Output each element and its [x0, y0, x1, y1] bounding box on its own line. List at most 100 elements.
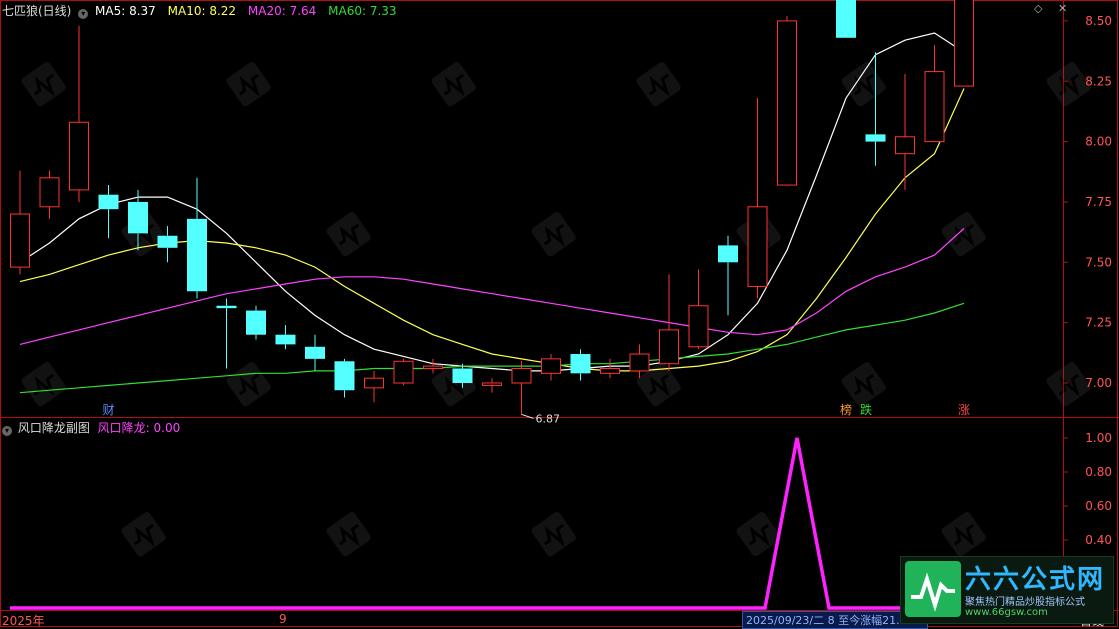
candle-body — [334, 361, 355, 391]
indicator-tick-label: 0.60 — [1085, 499, 1112, 513]
watermark-icon — [841, 362, 886, 407]
event-marker: 榜 — [840, 402, 852, 417]
watermark-icon — [941, 512, 986, 557]
candle-body — [157, 235, 178, 248]
indicator-name[interactable]: 风口降龙副图 — [18, 421, 90, 435]
watermark-icon — [21, 362, 66, 407]
candle — [718, 235, 738, 316]
candle — [659, 274, 679, 371]
watermark-icon — [226, 362, 271, 407]
price-tick-label: 7.75 — [1085, 195, 1112, 209]
candle-body — [98, 194, 119, 210]
candle-body — [275, 334, 296, 345]
candle — [334, 358, 355, 398]
year-label: 2025年 — [2, 614, 45, 628]
candle — [364, 370, 384, 403]
candle-body — [924, 71, 945, 143]
candle — [423, 358, 443, 374]
candle — [246, 305, 266, 340]
ma60-label: MA60: 7.33 — [328, 4, 397, 18]
close-icon[interactable]: ✕ — [1058, 2, 1067, 15]
candle-body — [747, 206, 768, 287]
candle-body — [216, 305, 237, 309]
indicator-tick-label: 0.80 — [1085, 465, 1112, 479]
moving-average-lines — [19, 32, 965, 394]
candle — [393, 358, 414, 386]
price-tick-label: 8.25 — [1085, 74, 1112, 88]
candle — [305, 334, 325, 371]
candle — [69, 25, 89, 202]
candle-body — [393, 360, 414, 384]
brand-logo: 六六公式网 聚焦热门精品炒股指标公式 www.66gsw.com — [900, 556, 1114, 624]
ma10-line — [19, 88, 965, 372]
candle — [541, 354, 561, 381]
candle-body — [187, 218, 207, 292]
candlestick-series — [10, 0, 974, 415]
candle-body — [836, 0, 856, 38]
main-price-axis: 10.009.759.509.259.008.758.508.258.007.7… — [1063, 14, 1112, 390]
candle-body — [777, 20, 797, 186]
watermark-icon — [121, 512, 166, 557]
window-controls: ◇ ✕ — [1034, 2, 1067, 15]
candle — [216, 298, 237, 369]
candle-body — [423, 365, 443, 370]
candle-body — [718, 245, 738, 263]
candle — [688, 269, 709, 350]
candle — [98, 185, 119, 239]
candle-body — [570, 354, 591, 374]
stock-chart: 10.009.759.509.259.008.758.508.258.007.7… — [0, 0, 1119, 627]
candle-body — [865, 134, 886, 142]
ma5-line — [19, 32, 965, 372]
watermark-layer — [21, 62, 1091, 557]
indicator-value: 风口降龙: 0.00 — [97, 421, 181, 435]
brand-name: 六六公式网 — [965, 565, 1106, 595]
candle-body — [688, 305, 709, 348]
candle — [39, 170, 60, 219]
watermark-icon — [531, 512, 576, 557]
watermark-icon — [636, 62, 681, 107]
candle-body — [482, 382, 502, 386]
watermark-icon — [941, 212, 986, 257]
candle-body — [541, 358, 561, 374]
indicator-tick-label: 0.40 — [1085, 533, 1112, 547]
indicator-header: ▾ 风口降龙副图 风口降龙: 0.00 — [2, 419, 180, 436]
candle — [187, 177, 207, 299]
brand-url: www.66gsw.com — [965, 607, 1048, 618]
watermark-icon — [531, 212, 576, 257]
candle-body — [39, 177, 60, 208]
watermark-icon — [326, 512, 371, 557]
candle-body — [629, 353, 650, 372]
month-mark: 9 — [279, 612, 287, 626]
candle — [511, 361, 532, 415]
stock-name[interactable]: 七匹狼(日线) — [2, 4, 71, 18]
brand-slogan: 聚焦热门精品炒股指标公式 — [965, 597, 1085, 608]
watermark-icon — [841, 62, 886, 107]
event-marker: 财 — [103, 403, 115, 417]
settings-icon[interactable]: ▾ — [78, 9, 89, 19]
event-marker: 跌 — [860, 402, 872, 417]
brand-chart-icon — [905, 561, 961, 617]
main-header: 七匹狼(日线) ▾ MA5: 8.37 MA10: 8.22 MA20: 7.6… — [2, 2, 397, 19]
candle — [747, 98, 768, 299]
candle — [570, 349, 591, 381]
candle-body — [69, 121, 89, 191]
indicator-settings-icon[interactable]: ▾ — [2, 426, 12, 436]
candle — [954, 0, 974, 87]
candle — [600, 358, 620, 379]
ma20-label: MA20: 7.64 — [247, 4, 317, 18]
candle-body — [128, 201, 148, 234]
candle-body — [954, 0, 974, 87]
price-tick-label: 7.50 — [1085, 255, 1112, 269]
candle-body — [364, 377, 384, 389]
diamond-icon[interactable]: ◇ — [1034, 2, 1042, 15]
candle-body — [511, 368, 532, 384]
candle-body — [305, 346, 325, 359]
candle — [836, 0, 856, 38]
watermark-icon — [326, 212, 371, 257]
low-price-label: 6.87 — [536, 412, 561, 425]
candle-body — [895, 136, 915, 155]
watermark-icon — [431, 62, 476, 107]
candle-body — [452, 368, 473, 383]
price-tick-label: 8.00 — [1085, 135, 1112, 149]
candle-body — [659, 329, 679, 365]
